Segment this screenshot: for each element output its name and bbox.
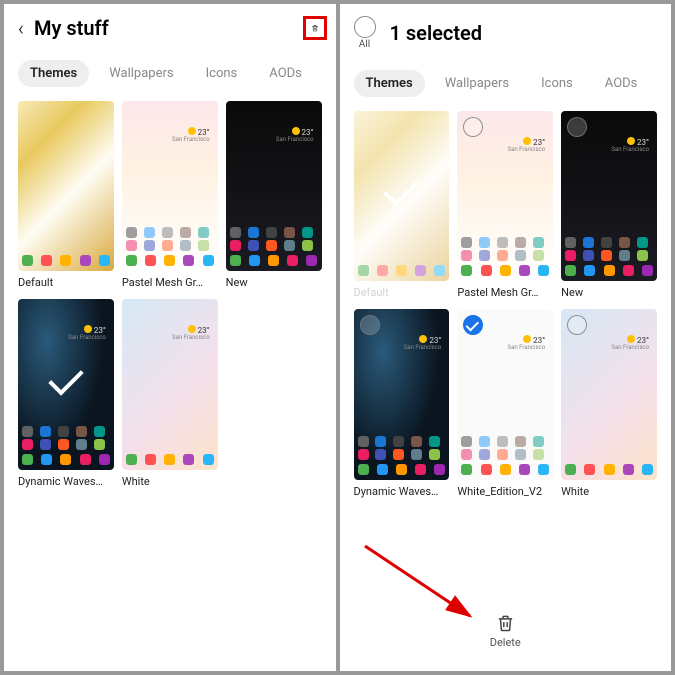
theme-item[interactable]: 23°San Francisco Dynamic Waves… [18, 299, 114, 487]
theme-label: Pastel Mesh Gr… [457, 286, 553, 299]
theme-item[interactable]: Default [18, 101, 114, 289]
theme-item[interactable]: 23°San Francisco White_Edition_V2 [457, 309, 553, 497]
select-circle-icon[interactable] [567, 315, 587, 335]
themes-grid: Default23°San FranciscoPastel Mesh Gr…23… [340, 111, 672, 498]
header: All 1 selected [340, 4, 672, 62]
tabs: Themes Wallpapers Icons AODs [4, 52, 336, 101]
header: ‹ My stuff [4, 4, 336, 52]
tab-wallpapers[interactable]: Wallpapers [97, 60, 185, 87]
select-all-label: All [359, 39, 370, 50]
theme-item[interactable]: 23°San Francisco New [226, 101, 322, 289]
theme-thumbnail: 23°San Francisco [122, 299, 218, 469]
theme-thumbnail: 23°San Francisco [18, 299, 114, 469]
theme-thumbnail: 23°San Francisco [457, 111, 553, 281]
tabs: Themes Wallpapers Icons AODs [340, 62, 672, 111]
select-circle-icon[interactable] [567, 117, 587, 137]
tab-themes[interactable]: Themes [18, 60, 89, 87]
theme-thumbnail: 23°San Francisco [122, 101, 218, 271]
tab-icons[interactable]: Icons [529, 70, 585, 97]
tab-themes[interactable]: Themes [354, 70, 425, 97]
theme-label: New [561, 286, 657, 299]
theme-item[interactable]: 23°San Francisco Pastel Mesh Gr… [457, 111, 553, 299]
trash-icon [311, 19, 319, 37]
theme-thumbnail [18, 101, 114, 271]
screen-selection: All 1 selected Themes Wallpapers Icons A… [340, 4, 672, 671]
theme-label: Default [354, 286, 450, 299]
theme-label: White [561, 485, 657, 498]
theme-label: Default [18, 276, 114, 289]
theme-item[interactable]: 23°San Francisco White [561, 309, 657, 497]
theme-thumbnail [354, 111, 450, 281]
screen-my-stuff: ‹ My stuff Themes Wallpapers Icons AODs … [4, 4, 336, 671]
theme-thumbnail: 23°San Francisco [457, 309, 553, 479]
delete-action[interactable]: Delete [490, 613, 521, 649]
select-circle-icon[interactable] [463, 117, 483, 137]
theme-label: White [122, 475, 218, 488]
theme-label: Dynamic Waves… [18, 475, 114, 488]
delete-label: Delete [490, 636, 521, 649]
theme-item[interactable]: 23°San Francisco White [122, 299, 218, 487]
theme-label: New [226, 276, 322, 289]
tab-aods[interactable]: AODs [593, 70, 650, 97]
applied-check-icon [48, 360, 83, 395]
theme-item[interactable]: 23°San Francisco New [561, 111, 657, 299]
select-all-circle-icon [354, 16, 376, 38]
tab-wallpapers[interactable]: Wallpapers [433, 70, 521, 97]
select-circle-icon[interactable] [463, 315, 483, 335]
theme-label: Dynamic Waves… [354, 485, 450, 498]
theme-label: White_Edition_V2 [457, 485, 553, 498]
select-all[interactable]: All [354, 16, 376, 50]
theme-thumbnail: 23°San Francisco [226, 101, 322, 271]
theme-item[interactable]: 23°San Francisco Dynamic Waves… [354, 309, 450, 497]
delete-button[interactable] [303, 16, 327, 40]
trash-icon [495, 613, 515, 633]
theme-label: Pastel Mesh Gr… [122, 276, 218, 289]
applied-check-icon [384, 172, 419, 207]
theme-thumbnail: 23°San Francisco [561, 111, 657, 281]
selection-count: 1 selected [390, 21, 658, 45]
theme-thumbnail: 23°San Francisco [354, 309, 450, 479]
back-icon[interactable]: ‹ [18, 16, 24, 40]
theme-item[interactable]: Default [354, 111, 450, 299]
theme-thumbnail: 23°San Francisco [561, 309, 657, 479]
theme-item[interactable]: 23°San Francisco Pastel Mesh Gr… [122, 101, 218, 289]
page-title: My stuff [34, 16, 298, 40]
themes-grid: Default23°San FranciscoPastel Mesh Gr…23… [4, 101, 336, 488]
tab-icons[interactable]: Icons [194, 60, 250, 87]
tab-aods[interactable]: AODs [257, 60, 314, 87]
select-circle-icon[interactable] [360, 315, 380, 335]
